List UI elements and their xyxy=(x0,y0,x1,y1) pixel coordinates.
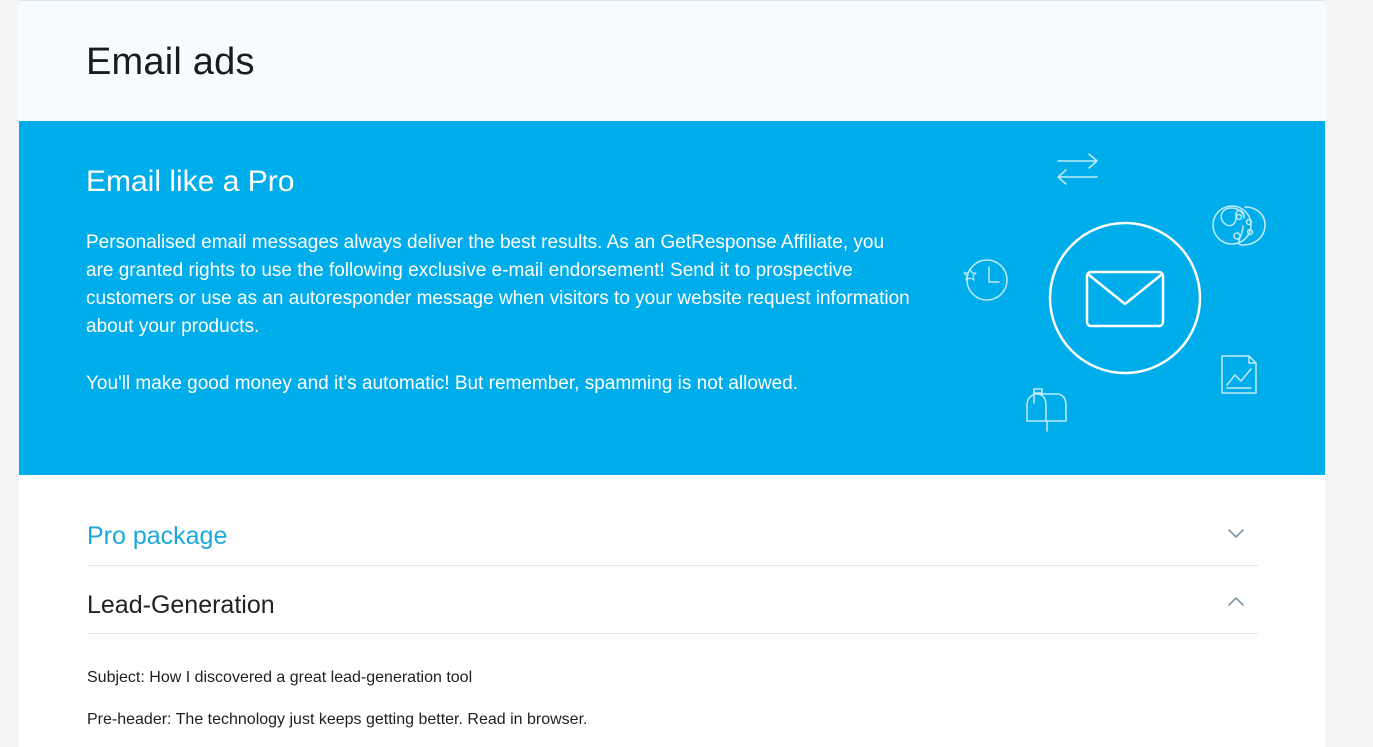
hero-banner: Email like a Pro Personalised email mess… xyxy=(19,121,1325,475)
mailbox-icon xyxy=(1026,388,1067,432)
hero-note: You'll make good money and it's automati… xyxy=(86,373,799,394)
clock-icon xyxy=(963,259,1008,301)
chevron-up-icon[interactable] xyxy=(1226,592,1246,612)
accordion-item-lead-generation[interactable]: Lead-Generation xyxy=(87,566,1258,634)
email-content: Subject: How I discovered a great lead-g… xyxy=(87,668,1258,730)
envelope-icon xyxy=(1048,221,1202,375)
chart-document-icon xyxy=(1221,355,1257,394)
hero-description: Personalised email messages always deliv… xyxy=(86,232,910,337)
email-ads-accordion: Pro package Lead-Generation xyxy=(87,497,1258,634)
accordion-item-pro-package[interactable]: Pro package xyxy=(87,497,1258,566)
accordion-item-label: Lead-Generation xyxy=(87,591,275,619)
accordion-item-label: Pro package xyxy=(87,522,228,550)
chevron-down-icon[interactable] xyxy=(1226,523,1246,543)
page-header: Email ads xyxy=(19,0,1325,121)
hero-illustration xyxy=(963,153,1266,432)
page-container: Email ads Email like a Pro Personalised … xyxy=(19,0,1325,747)
arrows-exchange-icon xyxy=(1057,153,1098,185)
page-title: Email ads xyxy=(86,41,255,83)
palette-icon xyxy=(1212,205,1266,246)
email-subject: Subject: How I discovered a great lead-g… xyxy=(87,669,473,686)
hero-title: Email like a Pro xyxy=(86,165,295,198)
email-preheader: Pre-header: The technology just keeps ge… xyxy=(87,711,588,728)
